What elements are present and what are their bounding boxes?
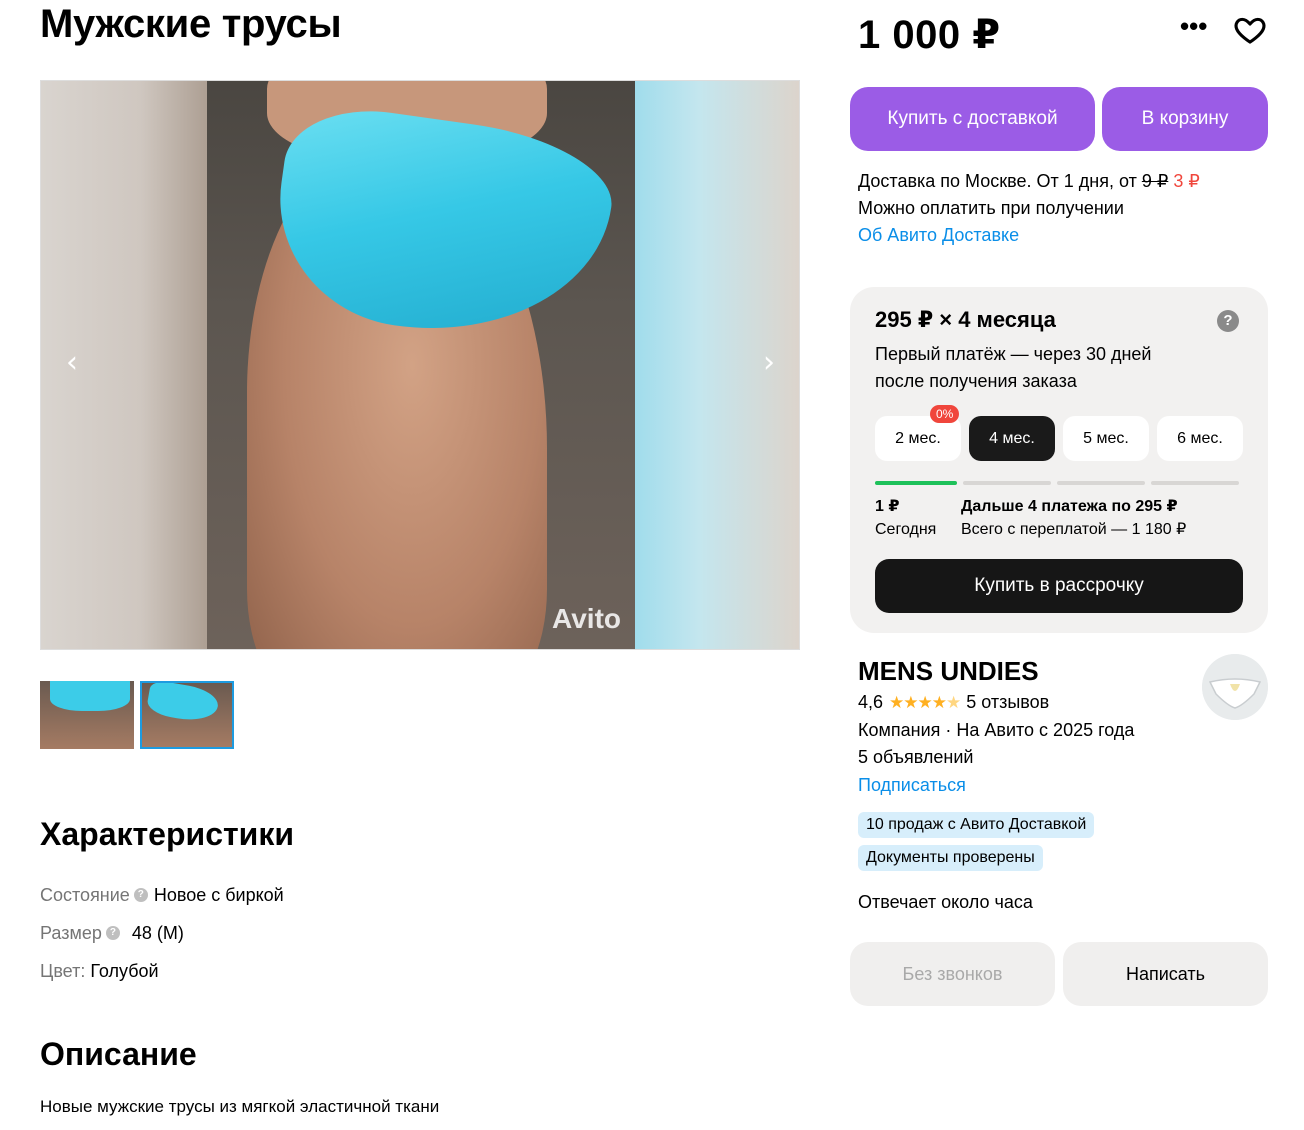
- char-row: Цвет: Голубой: [40, 952, 284, 990]
- payment-later: Дальше 4 платежа по 295 ₽ Всего с перепл…: [961, 495, 1186, 541]
- description-text: Новые мужские трусы из мягкой эластичной…: [40, 1097, 440, 1116]
- help-icon[interactable]: ?: [1217, 310, 1239, 332]
- reviews-count[interactable]: 5 отзывов: [966, 692, 1049, 713]
- payment-note: Можно оплатить при получении: [858, 198, 1124, 218]
- add-to-cart-button[interactable]: В корзину: [1102, 87, 1268, 151]
- thumbnail[interactable]: [40, 681, 134, 749]
- month-selector: 2 мес. 4 мес. 5 мес. 6 мес.: [875, 416, 1243, 461]
- thumbnail-strip: [40, 681, 234, 749]
- seller-name[interactable]: MENS UNDIES: [858, 656, 1039, 687]
- about-delivery-link[interactable]: Об Авито Доставке: [858, 222, 1200, 249]
- photo-shape: [145, 683, 221, 725]
- rating-value: 4,6: [858, 692, 884, 712]
- chevron-right-icon[interactable]: ›: [757, 348, 781, 378]
- today-amount: 1 ₽: [875, 498, 900, 515]
- write-message-button[interactable]: Написать: [1063, 942, 1268, 1006]
- today-label: Сегодня: [875, 521, 937, 538]
- new-delivery-price: 3 ₽: [1173, 171, 1200, 191]
- later-title: Дальше 4 платежа по 295 ₽: [961, 498, 1178, 515]
- buy-with-delivery-button[interactable]: Купить с доставкой: [850, 87, 1095, 151]
- char-key: Цвет:: [40, 960, 86, 981]
- subscribe-link[interactable]: Подписаться: [858, 775, 966, 796]
- progress-segment: [963, 481, 1051, 485]
- no-calls-button[interactable]: Без звонков: [850, 942, 1055, 1006]
- more-icon[interactable]: •••: [1180, 13, 1212, 40]
- installment-card: 295 ₽ × 4 месяца ? Первый платёж — через…: [850, 287, 1268, 633]
- star-rating-icon: ★★★★★: [889, 692, 961, 712]
- heart-icon[interactable]: [1232, 13, 1268, 47]
- installment-title: 295 ₽ × 4 месяца: [875, 307, 1056, 332]
- delivery-text: Доставка по Москве. От 1 дня, от: [858, 171, 1142, 191]
- seller-badge: 10 продаж с Авито Доставкой: [858, 812, 1095, 838]
- progress-segment: [875, 481, 957, 485]
- seller-badge: Документы проверены: [858, 845, 1043, 871]
- payment-progress: [875, 481, 1239, 485]
- char-key: Состояние: [40, 884, 130, 905]
- month-option[interactable]: 5 мес.: [1063, 416, 1149, 461]
- seller-rating[interactable]: 4,6 ★★★★★ 5 отзывов: [858, 692, 1049, 713]
- char-key: Размер: [40, 922, 102, 943]
- avatar[interactable]: [1202, 654, 1268, 720]
- installment-subtitle: Первый платёж — через 30 дней после полу…: [875, 344, 1152, 391]
- chevron-left-icon[interactable]: ‹: [60, 348, 84, 378]
- char-value: Новое с биркой: [153, 884, 284, 905]
- characteristics-heading: Характеристики: [40, 816, 295, 852]
- month-option[interactable]: 6 мес.: [1157, 416, 1243, 461]
- char-value: Голубой: [90, 960, 159, 981]
- delivery-line: Доставка по Москве. От 1 дня, от 9 ₽ 3 ₽: [858, 168, 1200, 195]
- description-heading: Описание: [40, 1036, 197, 1072]
- price: 1 000 ₽: [858, 13, 1001, 57]
- help-icon[interactable]: ?: [105, 926, 120, 940]
- seller-type: Компания · На Авито с 2025 года: [858, 720, 1135, 740]
- thumbnail-active[interactable]: [140, 681, 234, 749]
- delivery-info: Доставка по Москве. От 1 дня, от 9 ₽ 3 ₽…: [858, 168, 1200, 249]
- char-value: 48 (M): [131, 922, 184, 943]
- photo-gallery[interactable]: Avito: [40, 80, 800, 650]
- payment-today: 1 ₽ Сегодня: [875, 495, 936, 541]
- progress-segment: [1057, 481, 1145, 485]
- char-row: Состояние ? Новое с биркой: [40, 876, 284, 914]
- month-option-selected[interactable]: 4 мес.: [969, 416, 1055, 461]
- page-title: Мужские трусы: [40, 2, 342, 46]
- help-icon[interactable]: ?: [133, 888, 148, 902]
- product-photo[interactable]: Avito: [207, 81, 635, 649]
- buy-installment-button[interactable]: Купить в рассрочку: [875, 559, 1243, 613]
- watermark: Avito: [552, 603, 621, 634]
- progress-segment: [1151, 481, 1239, 485]
- zero-percent-badge: 0%: [930, 405, 960, 423]
- later-total: Всего с переплатой — 1 180 ₽: [961, 521, 1187, 538]
- response-time: Отвечает около часа: [858, 892, 1033, 912]
- char-row: Размер ? 48 (M): [40, 914, 284, 952]
- characteristics-list: Состояние ? Новое с биркой Размер ? 48 (…: [40, 876, 284, 990]
- photo-shape: [50, 681, 130, 711]
- seller-listings[interactable]: 5 объявлений: [858, 747, 973, 768]
- old-delivery-price: 9 ₽: [1141, 171, 1169, 191]
